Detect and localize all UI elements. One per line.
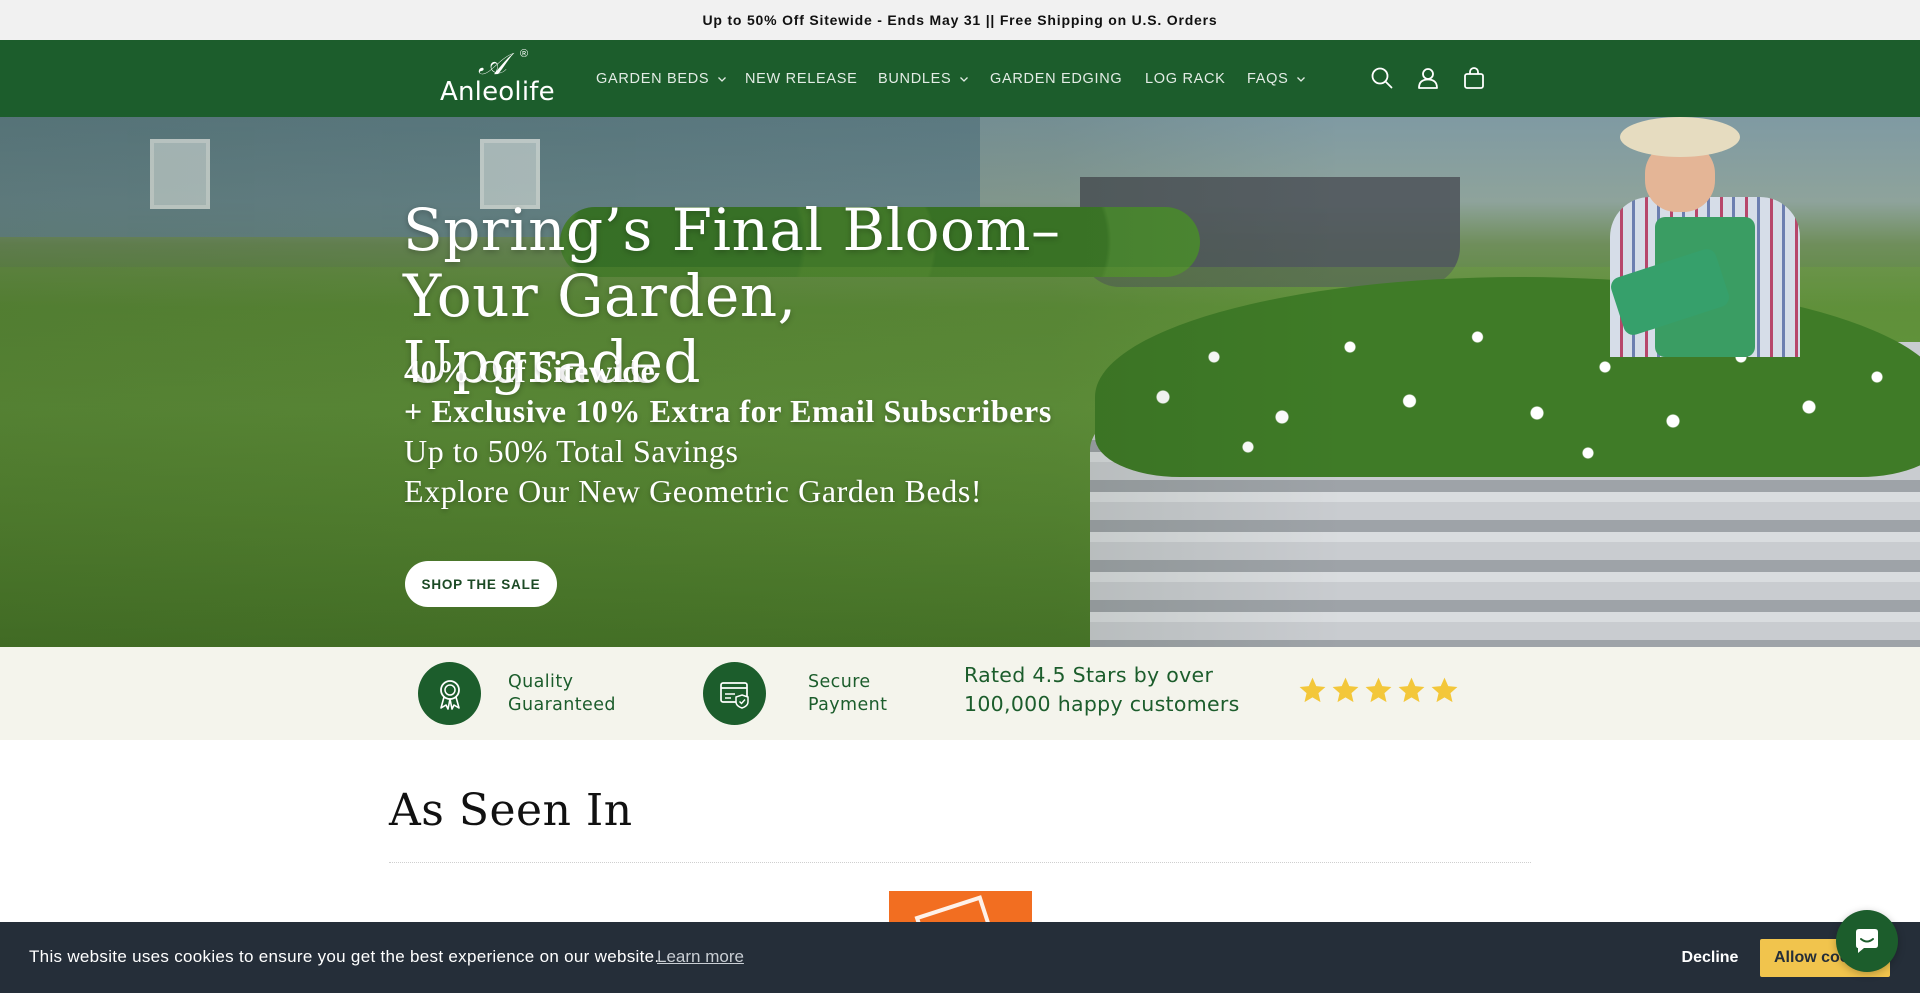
- nav-label: LOG RACK: [1145, 70, 1226, 87]
- nav-label: GARDEN BEDS: [596, 70, 710, 87]
- account-icon[interactable]: [1414, 64, 1442, 92]
- chevron-down-icon: [1297, 76, 1306, 82]
- payment-line2: Payment: [808, 695, 888, 715]
- nav-bundles[interactable]: BUNDLES: [878, 40, 969, 117]
- nav-faqs[interactable]: FAQS: [1247, 40, 1306, 117]
- payment-badge: [703, 662, 766, 725]
- nav-label: BUNDLES: [878, 70, 952, 87]
- star-icon: [1365, 677, 1392, 703]
- nav-label: GARDEN EDGING: [990, 70, 1123, 87]
- cookie-banner: This website uses cookies to ensure you …: [0, 922, 1920, 993]
- logo-registered-mark: ®: [520, 48, 529, 60]
- award-ribbon-icon: [439, 679, 460, 710]
- hero-offer-line: + Exclusive 10% Extra for Email Subscrib…: [404, 393, 1052, 429]
- payment-line1: Secure: [808, 672, 871, 692]
- chat-launcher-button[interactable]: [1836, 910, 1898, 972]
- quality-guaranteed-text: Quality Guaranteed: [508, 671, 616, 717]
- hero-offer-line: Up to 50% Total Savings: [404, 433, 739, 469]
- chevron-down-icon: [960, 76, 969, 82]
- star-icon: [1332, 677, 1359, 703]
- announcement-text: Up to 50% Off Sitewide - Ends May 31 || …: [702, 12, 1218, 28]
- brand-logo[interactable]: 𝒜 ® Anleolife: [438, 47, 555, 110]
- hero-offer-line: 40% Off Sitewide: [404, 353, 656, 389]
- chevron-down-icon: [718, 76, 727, 82]
- as-seen-in-heading: As Seen In: [389, 785, 633, 836]
- quality-line2: Guaranteed: [508, 695, 616, 715]
- nav-label: NEW RELEASE: [745, 70, 858, 87]
- announcement-bar: Up to 50% Off Sitewide - Ends May 31 || …: [0, 0, 1920, 40]
- star-icon: [1398, 677, 1425, 703]
- star-icon: [1299, 677, 1326, 703]
- section-divider: [389, 862, 1531, 863]
- hero-offer-line: Explore Our New Geometric Garden Beds!: [404, 473, 983, 509]
- decline-cookies-button[interactable]: Decline: [1660, 940, 1760, 976]
- rating-line2: 100,000 happy customers: [964, 692, 1240, 716]
- hero-title-line1: Spring’s Final Bloom–: [403, 196, 1061, 264]
- rating-text: Rated 4.5 Stars by over 100,000 happy cu…: [964, 661, 1240, 719]
- trust-bar: Quality Guaranteed Secure Payment Rated …: [0, 647, 1920, 740]
- cart-icon[interactable]: [1460, 64, 1488, 92]
- nav-garden-beds[interactable]: GARDEN BEDS: [596, 40, 727, 117]
- cookie-message: This website uses cookies to ensure you …: [29, 947, 660, 966]
- search-icon[interactable]: [1368, 64, 1396, 92]
- logo-wordmark: Anleolife: [440, 77, 555, 107]
- learn-more-link[interactable]: Learn more: [657, 946, 744, 968]
- rating-line1: Rated 4.5 Stars by over: [964, 663, 1214, 687]
- star-icon: [1431, 677, 1458, 703]
- nav-log-rack[interactable]: LOG RACK: [1145, 40, 1226, 117]
- nav-new-release[interactable]: NEW RELEASE: [745, 40, 857, 117]
- secure-payment-text: Secure Payment: [808, 671, 887, 717]
- quality-badge: [418, 662, 481, 725]
- site-header: 𝒜 ® Anleolife GARDEN BEDS NEW RELEASE BU…: [0, 40, 1920, 117]
- quality-line1: Quality: [508, 672, 574, 692]
- logo-monogram-icon: 𝒜: [478, 47, 507, 82]
- chat-bubble-icon: [1856, 929, 1878, 953]
- shop-the-sale-button[interactable]: SHOP THE SALE: [405, 561, 557, 607]
- rating-stars: [1297, 675, 1460, 706]
- nav-label: FAQS: [1247, 70, 1289, 87]
- nav-garden-edging[interactable]: GARDEN EDGING: [990, 40, 1122, 117]
- secure-card-icon: [719, 681, 749, 709]
